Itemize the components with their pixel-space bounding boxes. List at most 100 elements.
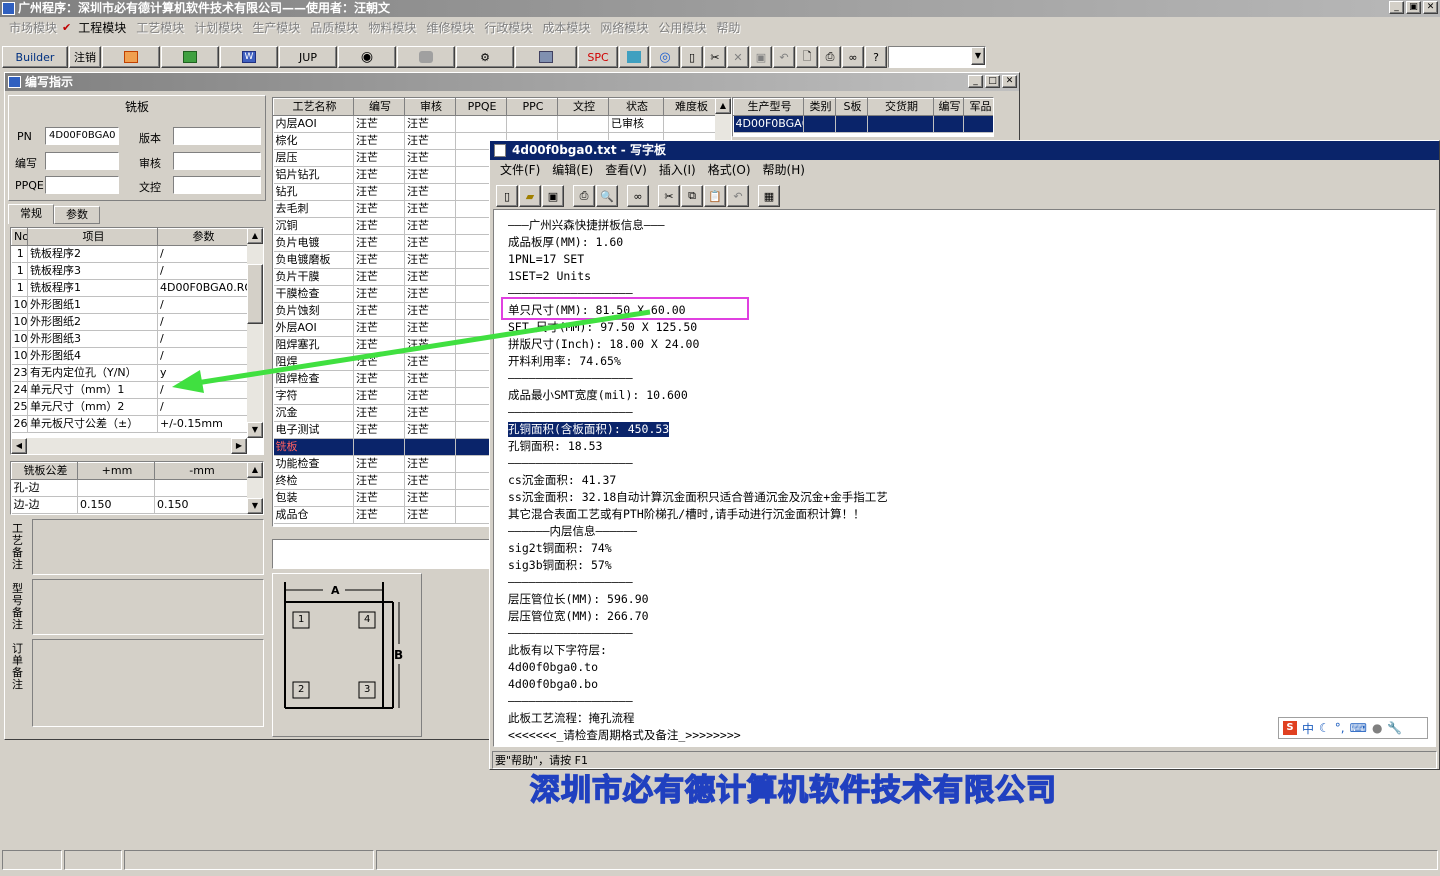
menu-item-3[interactable]: 计划模块 (189, 19, 247, 36)
params-hscrollbar[interactable]: ◀ ▶ (11, 438, 247, 454)
find-button[interactable]: ∞ (842, 46, 864, 68)
menu-item-11[interactable]: 公用模块 (653, 19, 711, 36)
wp-find-button[interactable]: ∞ (627, 185, 649, 207)
tol-scroll-down-icon[interactable]: ▼ (247, 498, 263, 514)
delete-button[interactable]: ✕ (727, 46, 749, 68)
wp-menu-item-2[interactable]: 查看(V) (599, 161, 653, 179)
menu-item-12[interactable]: 帮助 (711, 19, 745, 36)
database-button[interactable] (397, 46, 455, 68)
globe-button[interactable]: ◎ (650, 46, 680, 68)
table-row[interactable]: 23 有无内定位孔（Y/N） y (11, 364, 248, 382)
undo-button[interactable]: ↶ (773, 46, 795, 68)
child-minimize-button[interactable]: _ (968, 75, 983, 88)
minimize-button[interactable]: _ (1389, 1, 1404, 14)
scroll-left-icon[interactable]: ◀ (11, 438, 27, 454)
tol-scroll-up-icon[interactable]: ▲ (247, 462, 263, 478)
menu-item-9[interactable]: 成本模块 (537, 19, 595, 36)
table-row[interactable]: 26 单元板尺寸公差（±） +/-0.15mm (11, 415, 248, 433)
wp-undo-button[interactable]: ↶ (727, 185, 749, 207)
tolerance_table-header-0[interactable]: 铣板公差 (11, 462, 78, 480)
wp-menu-item-3[interactable]: 插入(I) (653, 161, 702, 179)
child-close-button[interactable]: ✕ (1002, 75, 1017, 88)
jup-button[interactable]: JUP (279, 46, 337, 68)
table-row[interactable]: 边-边 0.150 0.150 (11, 496, 248, 514)
params_table-header-0[interactable]: No (11, 228, 28, 246)
model_table-header-3[interactable]: 交货期 (867, 98, 934, 116)
process_table-header-2[interactable]: 审核 (404, 98, 456, 116)
wordpad-document[interactable]: ———广州兴森快捷拼板信息——— 成品板厚(MM): 1.60 1PNL=17 SE… (493, 209, 1436, 747)
close-button[interactable]: ✕ (1423, 1, 1438, 14)
view-button[interactable]: ◉ (338, 46, 396, 68)
wp-paste-button[interactable]: 📋 (704, 185, 726, 207)
scroll-up-icon[interactable]: ▲ (247, 228, 263, 244)
params-vscrollbar[interactable]: ▲ ▼ (247, 228, 263, 438)
model-remark-field[interactable] (32, 579, 264, 635)
process_table-header-3[interactable]: PPQE (455, 98, 507, 116)
user-icon[interactable]: ● (1372, 721, 1382, 735)
punctuation-icon[interactable]: °, (1335, 721, 1345, 735)
menu-item-1[interactable]: 工程模块 (73, 19, 131, 36)
preview-button[interactable]: 🗋 (796, 46, 818, 68)
order-remark-field[interactable] (32, 639, 264, 727)
table-row[interactable]: 1 铣板程序3/ (11, 262, 248, 280)
menu-item-7[interactable]: 维修模块 (421, 19, 479, 36)
model_table-header-0[interactable]: 生产型号 (733, 98, 804, 116)
menu-item-10[interactable]: 网络模块 (595, 19, 653, 36)
table-row[interactable]: 10 外形图纸2/ (11, 313, 248, 331)
menu-item-6[interactable]: 物料模块 (363, 19, 421, 36)
computer-button[interactable] (515, 46, 577, 68)
model_table-header-1[interactable]: 类别 (803, 98, 836, 116)
wp-menu-item-4[interactable]: 格式(O) (702, 161, 757, 179)
print-button[interactable]: ⎙ (819, 46, 841, 68)
logout-button[interactable]: 注销 (69, 46, 101, 68)
wp-print-button[interactable]: ⎙ (573, 185, 595, 207)
moon-icon[interactable]: ☾ (1319, 721, 1330, 735)
calc-button[interactable] (619, 46, 649, 68)
wp-menu-item-0[interactable]: 文件(F) (494, 161, 546, 179)
settings-button[interactable]: ⚙ (456, 46, 514, 68)
ppqe-field[interactable] (45, 176, 119, 194)
excel-button[interactable] (161, 46, 219, 68)
wrench-icon[interactable]: 🔧 (1387, 721, 1402, 735)
wp-cut-button[interactable]: ✂ (658, 185, 680, 207)
model_table-header-2[interactable]: S板 (835, 98, 868, 116)
wp-new-button[interactable]: ▯ (496, 185, 518, 207)
menu-item-8[interactable]: 行政模块 (479, 19, 537, 36)
toolbar-dropdown[interactable]: ▼ (888, 46, 986, 68)
powerpoint-button[interactable] (102, 46, 160, 68)
spc-button[interactable]: SPC (578, 46, 618, 68)
table-row[interactable]: 孔-边 (11, 479, 248, 497)
ime-toolbar[interactable]: S 中 ☾ °, ⌨ ● 🔧 (1278, 717, 1428, 739)
wp-save-button[interactable]: ▣ (542, 185, 564, 207)
table-row[interactable]: 1 铣板程序2/ (11, 245, 248, 263)
tab-params[interactable]: 参数 (54, 206, 100, 224)
tab-general[interactable]: 常规 (8, 204, 54, 224)
proc-scroll-up-icon[interactable]: ▲ (715, 98, 731, 114)
scroll-right-icon[interactable]: ▶ (231, 438, 247, 454)
tolerance-vscrollbar[interactable]: ▲ ▼ (247, 462, 263, 514)
table-row[interactable]: 1铣板程序14D00F0BGA0.ROU (11, 279, 248, 297)
process_table-header-1[interactable]: 编写 (353, 98, 405, 116)
process-remark-field[interactable] (32, 519, 264, 575)
control-field[interactable] (173, 176, 261, 194)
word-button[interactable]: W (220, 46, 278, 68)
process_table-header-7[interactable]: 难度板 (663, 98, 718, 116)
menu-item-0[interactable]: 市场模块 (4, 19, 62, 36)
process_table-header-4[interactable]: PPC (506, 98, 558, 116)
scroll-down-icon[interactable]: ▼ (247, 422, 263, 438)
table-row[interactable]: 10 外形图纸1/ (11, 296, 248, 314)
process_table-header-5[interactable]: 文控 (557, 98, 609, 116)
child-restore-button[interactable]: □ (985, 75, 1000, 88)
ime-mode-label[interactable]: 中 (1302, 720, 1314, 737)
wp-menu-item-5[interactable]: 帮助(H) (757, 161, 811, 179)
table-row[interactable]: 25 单元尺寸（mm）2/ (11, 398, 248, 416)
keyboard-icon[interactable]: ⌨ (1350, 721, 1367, 735)
table-row[interactable]: 4D00F0BGA0 (733, 115, 993, 133)
process_table-header-6[interactable]: 状态 (608, 98, 664, 116)
version-field[interactable] (173, 127, 261, 145)
table-row[interactable]: 10 外形图纸4/ (11, 347, 248, 365)
new-button[interactable]: ▯ (681, 46, 703, 68)
scroll-thumb[interactable] (247, 264, 263, 324)
builder-button[interactable]: Builder (2, 46, 68, 68)
wp-menu-item-1[interactable]: 编辑(E) (546, 161, 599, 179)
